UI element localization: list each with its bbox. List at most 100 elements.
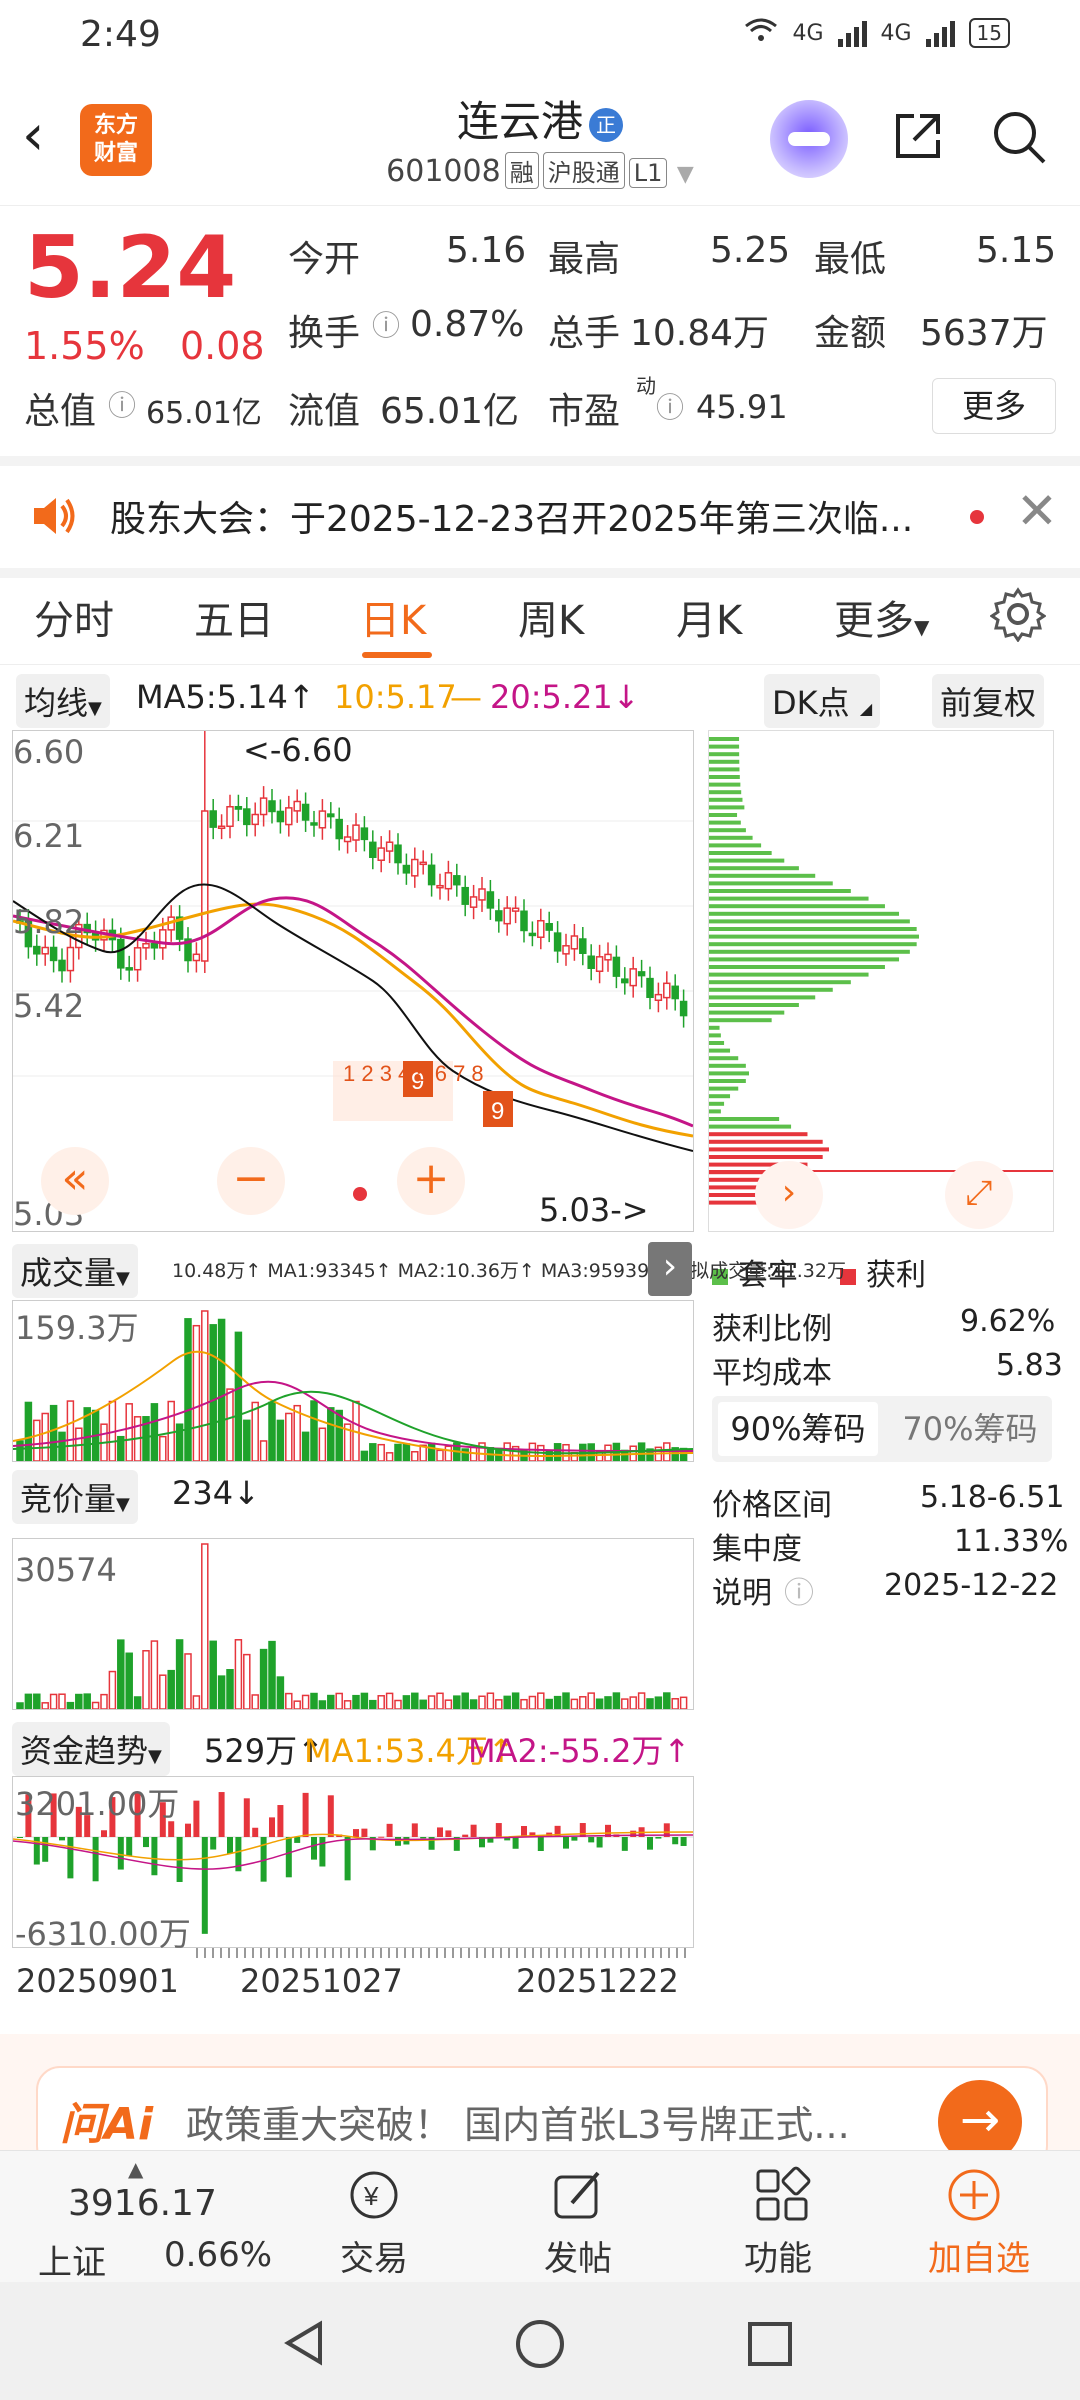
index-name[interactable]: 上证	[38, 2235, 106, 2284]
gear-icon[interactable]	[990, 586, 1046, 642]
candle-body	[436, 884, 444, 889]
candle-body	[301, 803, 310, 821]
home-circle-icon[interactable]	[514, 2318, 566, 2370]
volume-bar	[217, 1318, 226, 1462]
volume-bar	[377, 1443, 385, 1462]
nav-post[interactable]: 发帖	[544, 2231, 612, 2280]
tab-five-day[interactable]: 五日	[194, 588, 274, 646]
candle-body	[268, 800, 276, 813]
verified-badge-icon: 正	[589, 107, 623, 142]
expand-right-icon[interactable]: ›	[648, 1242, 692, 1296]
candle-body	[318, 810, 327, 829]
index-percent[interactable]: 0.66%	[164, 2235, 272, 2275]
bid-volume-panel[interactable]: 30574	[12, 1538, 694, 1710]
fund-bar	[420, 1837, 427, 1839]
nav-add-watch[interactable]: 加自选	[928, 2231, 1030, 2280]
index-value[interactable]: 3916.17	[68, 2183, 217, 2224]
bottom-nav: ▲ 3916.17 上证 0.66% ¥ 交易 发帖 功能 加自选	[0, 2150, 1080, 2283]
candle-body	[503, 907, 511, 925]
chip-bar	[709, 873, 816, 878]
tab-daily-k[interactable]: 日K	[360, 588, 426, 646]
info-icon[interactable]: ⓘ	[372, 304, 400, 344]
bid-bar	[663, 1692, 671, 1710]
bid-bar	[184, 1653, 192, 1710]
post-icon[interactable]	[548, 2165, 608, 2225]
adjust-dropdown[interactable]: 前复权	[932, 674, 1045, 728]
volume-bar	[276, 1419, 285, 1462]
unread-dot	[970, 510, 984, 524]
volume-bar	[285, 1412, 293, 1462]
volume-bar	[184, 1318, 192, 1462]
volume-bar	[369, 1443, 377, 1462]
nav-trade[interactable]: 交易	[340, 2231, 408, 2280]
chip-70-button[interactable]: 70%筹码	[890, 1402, 1050, 1456]
info-icon[interactable]: ⓘ	[108, 384, 136, 424]
info-icon[interactable]: ⓘ	[784, 1568, 814, 1612]
ai-banner-text[interactable]: 政策重大突破！ 国内首张L3号牌正式...	[186, 2094, 850, 2149]
back-triangle-icon[interactable]	[280, 2318, 330, 2368]
tab-more[interactable]: 更多▼	[834, 588, 929, 646]
ma-btn-label: 均线	[24, 684, 89, 722]
bid-bar	[604, 1696, 612, 1710]
expand-icon[interactable]: ⤢	[945, 1161, 1013, 1229]
scroll-left-icon[interactable]: «	[41, 1147, 109, 1215]
volume-bar	[663, 1442, 671, 1462]
chevron-right-icon[interactable]: ›	[755, 1161, 823, 1229]
amount-label: 金额	[814, 313, 887, 354]
chip-bar	[709, 957, 900, 962]
fund-bar	[252, 1827, 259, 1837]
fund-trend-panel[interactable]: 3201.00万 -6310.00万	[12, 1776, 694, 1953]
bid-volume-dropdown[interactable]: 竞价量▼	[12, 1470, 138, 1524]
candle-body	[646, 977, 654, 999]
system-nav-bar	[0, 2282, 1080, 2400]
chip-bar	[709, 851, 772, 855]
recents-square-icon[interactable]	[746, 2320, 794, 2368]
ma-dropdown[interactable]: 均线▼	[16, 674, 110, 728]
bid-bar	[486, 1692, 495, 1710]
chip-bar	[709, 1056, 739, 1061]
more-button[interactable]: 更多	[932, 378, 1056, 434]
close-icon[interactable]: ✕	[1016, 482, 1058, 540]
volume-bar	[243, 1419, 251, 1462]
wifi-icon	[744, 16, 778, 50]
ai-banner[interactable]: 问Ai 政策重大突破！ 国内首张L3号牌正式... →	[0, 2034, 1080, 2170]
tab-intraday[interactable]: 分时	[34, 588, 114, 646]
chip-distribution-panel[interactable]: › ⤢	[708, 730, 1054, 1232]
share-icon[interactable]	[890, 108, 946, 164]
kline-panel[interactable]: 9 9 1 2 3 4 5 6 7 8 6.60 6.21 5.82 5.42 …	[12, 729, 694, 1233]
candle-body	[49, 946, 58, 962]
tab-weekly-k[interactable]: 周K	[518, 588, 584, 646]
search-icon[interactable]	[990, 108, 1048, 166]
candle-body	[352, 824, 360, 841]
volume-bar	[385, 1452, 394, 1462]
bid-bar	[108, 1670, 117, 1710]
nav-function[interactable]: 功能	[744, 2231, 812, 2280]
turnover-label: 换手	[288, 313, 361, 354]
tab-monthly-k[interactable]: 月K	[676, 588, 742, 646]
info-icon[interactable]: ⓘ	[656, 386, 684, 426]
add-circle-icon[interactable]	[944, 2165, 1004, 2225]
bid-bar	[226, 1669, 234, 1710]
chip-bar	[709, 942, 917, 947]
zoom-out-icon[interactable]: −	[217, 1147, 285, 1215]
notice-bar[interactable]: 股东大会：于2025-12-23召开2025年第三次临... ✕	[0, 456, 1080, 578]
trade-icon[interactable]: ¥	[344, 2165, 404, 2225]
volume-panel[interactable]: 159.3万	[12, 1300, 694, 1462]
candle-body	[58, 959, 66, 972]
notice-text[interactable]: 股东大会：于2025-12-23召开2025年第三次临...	[110, 490, 913, 542]
bid-bar	[654, 1696, 663, 1710]
bid-bar	[243, 1653, 251, 1710]
chart-area: 均线▼ MA5:5.14↑ 10:5.17 — 20:5.21↓ DK点 ◢ 前…	[0, 664, 1080, 2044]
volume-bar	[335, 1409, 343, 1462]
bid-bar	[66, 1701, 75, 1710]
dk-point-dropdown[interactable]: DK点 ◢	[764, 674, 881, 728]
ai-robot-avatar[interactable]	[770, 100, 848, 178]
function-grid-icon[interactable]	[752, 2165, 812, 2225]
fund-trend-dropdown[interactable]: 资金趋势▼	[12, 1722, 170, 1776]
zoom-in-icon[interactable]: +	[397, 1147, 465, 1215]
volume-dropdown[interactable]: 成交量▼	[12, 1244, 138, 1298]
candle-body	[402, 864, 411, 874]
bid-bar	[117, 1639, 125, 1710]
min-price-note: 5.03->	[539, 1191, 649, 1229]
chip-90-button[interactable]: 90%筹码	[718, 1402, 878, 1456]
